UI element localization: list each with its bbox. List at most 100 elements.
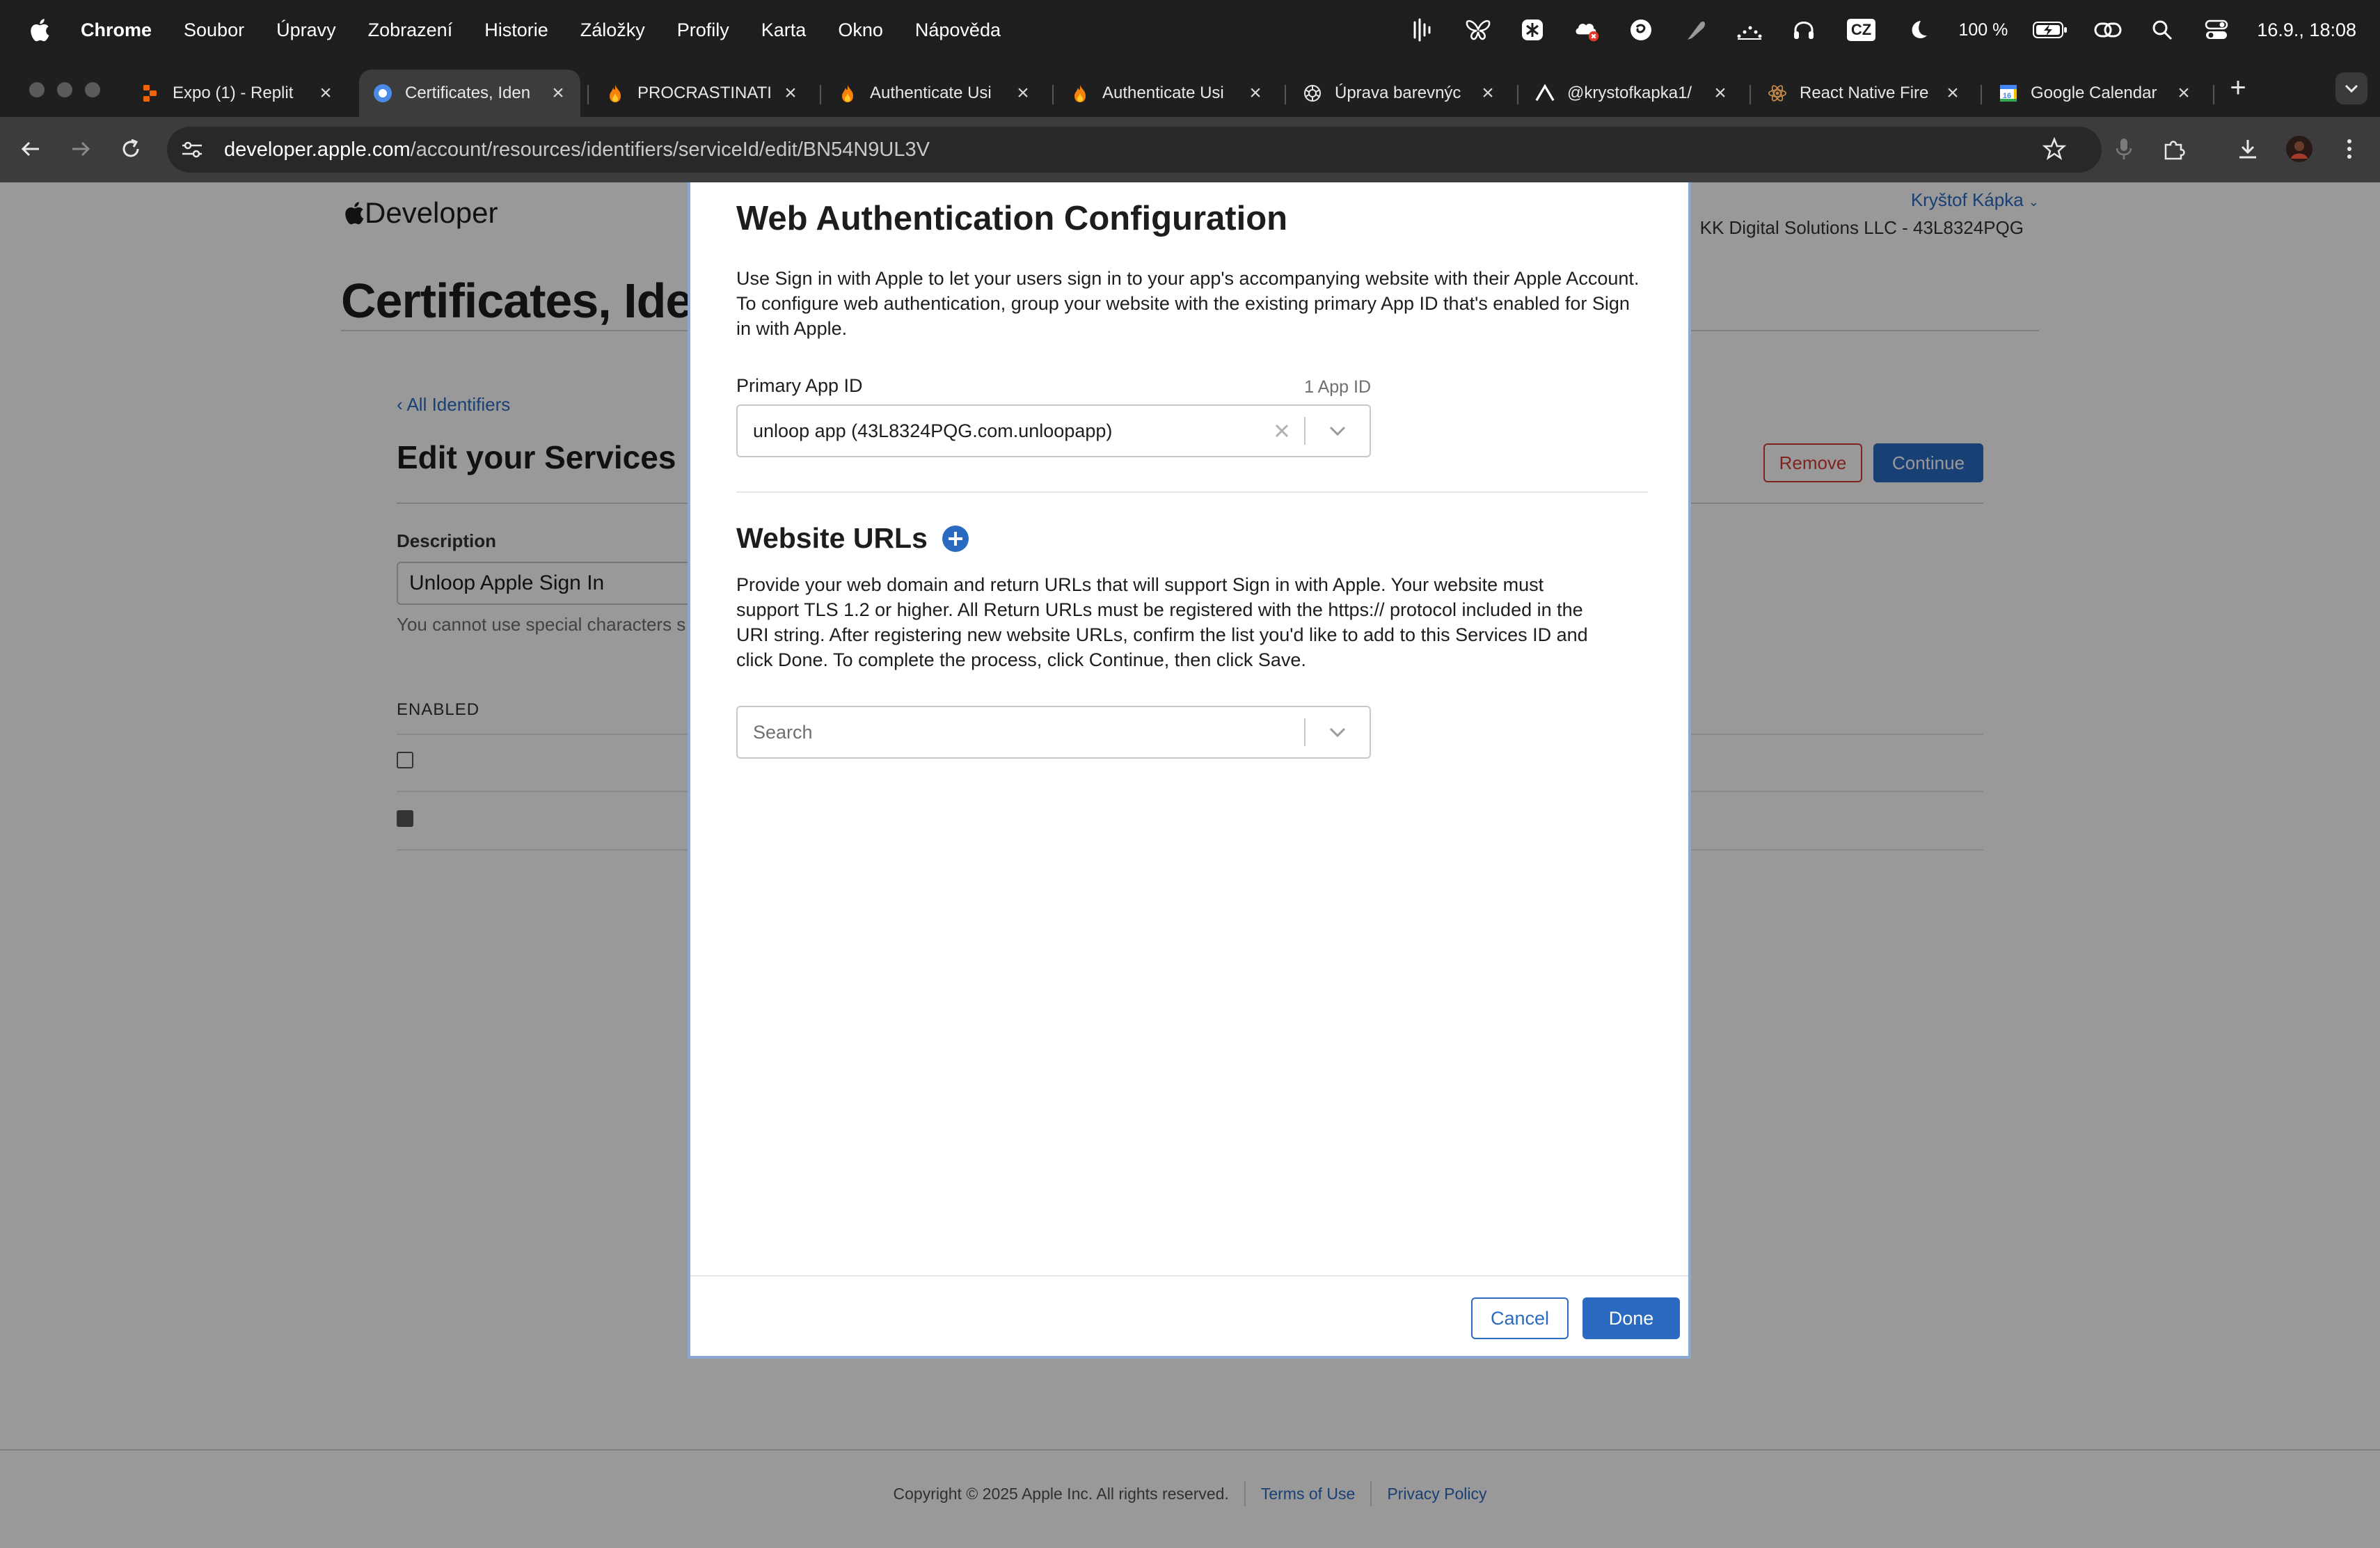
apple-menu-icon[interactable] (28, 17, 50, 43)
tab-separator (1750, 85, 1751, 104)
react-icon (1768, 84, 1787, 103)
spotlight-search-icon[interactable] (2148, 16, 2176, 44)
extensions-puzzle-icon[interactable] (2159, 134, 2189, 164)
battery-icon[interactable] (2033, 16, 2068, 44)
spiral-app-icon[interactable] (1627, 16, 1655, 44)
tab-separator (2213, 85, 2214, 104)
tab-title: Certificates, Iden (405, 84, 531, 102)
tab-procrastinati[interactable]: PROCRASTINATI × (592, 70, 813, 117)
perplexity-icon[interactable] (1518, 16, 1546, 44)
primary-app-id-select[interactable]: unloop app (43L8324PQG.com.unloopapp) (736, 404, 1371, 457)
menu-karta[interactable]: Karta (761, 19, 807, 41)
tab-close-icon[interactable]: × (316, 81, 335, 105)
tab-authenticate-1[interactable]: Authenticate Usi × (824, 70, 1045, 117)
tab-close-icon[interactable]: × (2174, 81, 2193, 105)
tab-close-icon[interactable]: × (781, 81, 800, 105)
window-zoom-button[interactable] (85, 82, 100, 97)
moon-icon[interactable] (1904, 16, 1932, 44)
fire-icon (605, 84, 625, 103)
menu-zalozky[interactable]: Záložky (580, 19, 645, 41)
tab-close-icon[interactable]: × (1478, 81, 1498, 105)
address-bar[interactable]: developer.apple.com/account/resources/id… (167, 127, 2102, 173)
chevron-down-icon[interactable] (1306, 727, 1370, 738)
tab-title: Úprava barevnýc (1335, 84, 1461, 102)
tab-search-button[interactable] (2335, 72, 2367, 104)
menu-soubor[interactable]: Soubor (184, 19, 244, 41)
tab-close-icon[interactable]: × (1711, 81, 1730, 105)
openai-icon (1303, 84, 1322, 103)
menubar-clock[interactable]: 16.9., 18:08 (2257, 19, 2356, 41)
tab-title: React Native Fire (1800, 84, 1929, 102)
feather-icon[interactable] (1681, 16, 1709, 44)
tab-expo-replit[interactable]: Expo (1) - Replit × (127, 70, 348, 117)
cancel-button[interactable]: Cancel (1471, 1297, 1569, 1339)
chrome-menu-kebab-icon[interactable] (2334, 134, 2365, 164)
website-urls-title: Website URLs (736, 522, 928, 554)
bookmark-star-icon[interactable] (2039, 134, 2070, 164)
menu-okno[interactable]: Okno (838, 19, 883, 41)
chevron-down-icon[interactable] (1306, 425, 1370, 436)
keyboard-layout-icon[interactable]: CZ (1844, 16, 1878, 44)
search-placeholder: Search (753, 721, 813, 743)
url-text[interactable]: developer.apple.com/account/resources/id… (224, 139, 930, 161)
primary-app-id-label: Primary App ID (736, 375, 863, 396)
microphone-icon[interactable] (2109, 134, 2139, 164)
website-urls-heading: Website URLs (736, 522, 969, 555)
tab-close-icon[interactable]: × (548, 81, 568, 105)
tab-title: @krystofkapka1/ (1567, 84, 1692, 102)
clear-x-icon[interactable] (1260, 423, 1304, 439)
tab-close-icon[interactable]: × (1943, 81, 1962, 105)
profile-avatar-icon[interactable] (2284, 134, 2315, 164)
menu-historie[interactable]: Historie (484, 19, 548, 41)
menu-zobrazeni[interactable]: Zobrazení (368, 19, 453, 41)
link-chain-icon[interactable] (2094, 16, 2122, 44)
app-id-count: 1 App ID (1304, 377, 1371, 397)
website-urls-search-select[interactable]: Search (736, 706, 1371, 759)
site-settings-icon[interactable] (177, 134, 207, 165)
tab-separator (1052, 85, 1054, 104)
menu-profily[interactable]: Profily (677, 19, 729, 41)
forward-arrow-icon[interactable] (65, 134, 96, 164)
menu-app-name[interactable]: Chrome (81, 19, 152, 41)
url-host: developer.apple.com (224, 138, 411, 161)
web-auth-config-modal: Web Authentication Configuration Use Sig… (688, 182, 1691, 1359)
back-arrow-icon[interactable] (15, 134, 46, 164)
svg-text:16: 16 (2003, 92, 2011, 100)
download-icon[interactable] (2232, 134, 2263, 164)
tab-authenticate-2[interactable]: Authenticate Usi × (1056, 70, 1278, 117)
tab-google-calendar[interactable]: 16 Google Calendar × (1985, 70, 2206, 117)
menu-upravy[interactable]: Úpravy (276, 19, 336, 41)
new-tab-plus-icon[interactable]: + (2224, 74, 2252, 102)
control-center-icon[interactable] (2203, 16, 2230, 44)
keyboard-layout-label: CZ (1846, 19, 1876, 41)
cloud-error-icon[interactable] (1573, 16, 1601, 44)
window-minimize-button[interactable] (57, 82, 72, 97)
tab-close-icon[interactable]: × (1013, 81, 1033, 105)
butterfly-icon[interactable] (1464, 16, 1492, 44)
window-close-button[interactable] (29, 82, 45, 97)
tab-certificates-active[interactable]: Certificates, Iden × (359, 70, 580, 117)
tab-react-native-fire[interactable]: React Native Fire × (1754, 70, 1975, 117)
tab-title: Expo (1) - Replit (173, 84, 294, 102)
menu-napoveda[interactable]: Nápověda (915, 19, 1001, 41)
tab-title: Authenticate Usi (870, 84, 992, 102)
dots-activity-icon[interactable] (1736, 16, 1763, 44)
modal-intro-text: Use Sign in with Apple to let your users… (736, 268, 1640, 339)
reload-icon[interactable] (116, 134, 146, 164)
tab-krystofkapka[interactable]: @krystofkapka1/ × (1521, 70, 1743, 117)
tab-uprava-barevnyc[interactable]: Úprava barevnýc × (1289, 70, 1510, 117)
add-url-plus-icon[interactable] (942, 525, 969, 553)
tab-title: Authenticate Usi (1102, 84, 1224, 102)
headphones-icon[interactable] (1790, 16, 1818, 44)
mountain-icon (1535, 84, 1555, 103)
tab-title: Google Calendar (2031, 84, 2157, 102)
section-divider (736, 491, 1648, 493)
done-button[interactable]: Done (1582, 1297, 1680, 1339)
tab-separator (1981, 85, 1982, 104)
tab-separator (587, 85, 589, 104)
audio-bars-icon[interactable] (1410, 16, 1438, 44)
tab-close-icon[interactable]: × (1246, 81, 1265, 105)
macos-menu-bar: Chrome Soubor Úpravy Zobrazení Historie … (0, 0, 2380, 60)
battery-percent: 100 % (1958, 19, 2008, 40)
chrome-tab-strip: Expo (1) - Replit × Certificates, Iden ×… (0, 60, 2380, 117)
